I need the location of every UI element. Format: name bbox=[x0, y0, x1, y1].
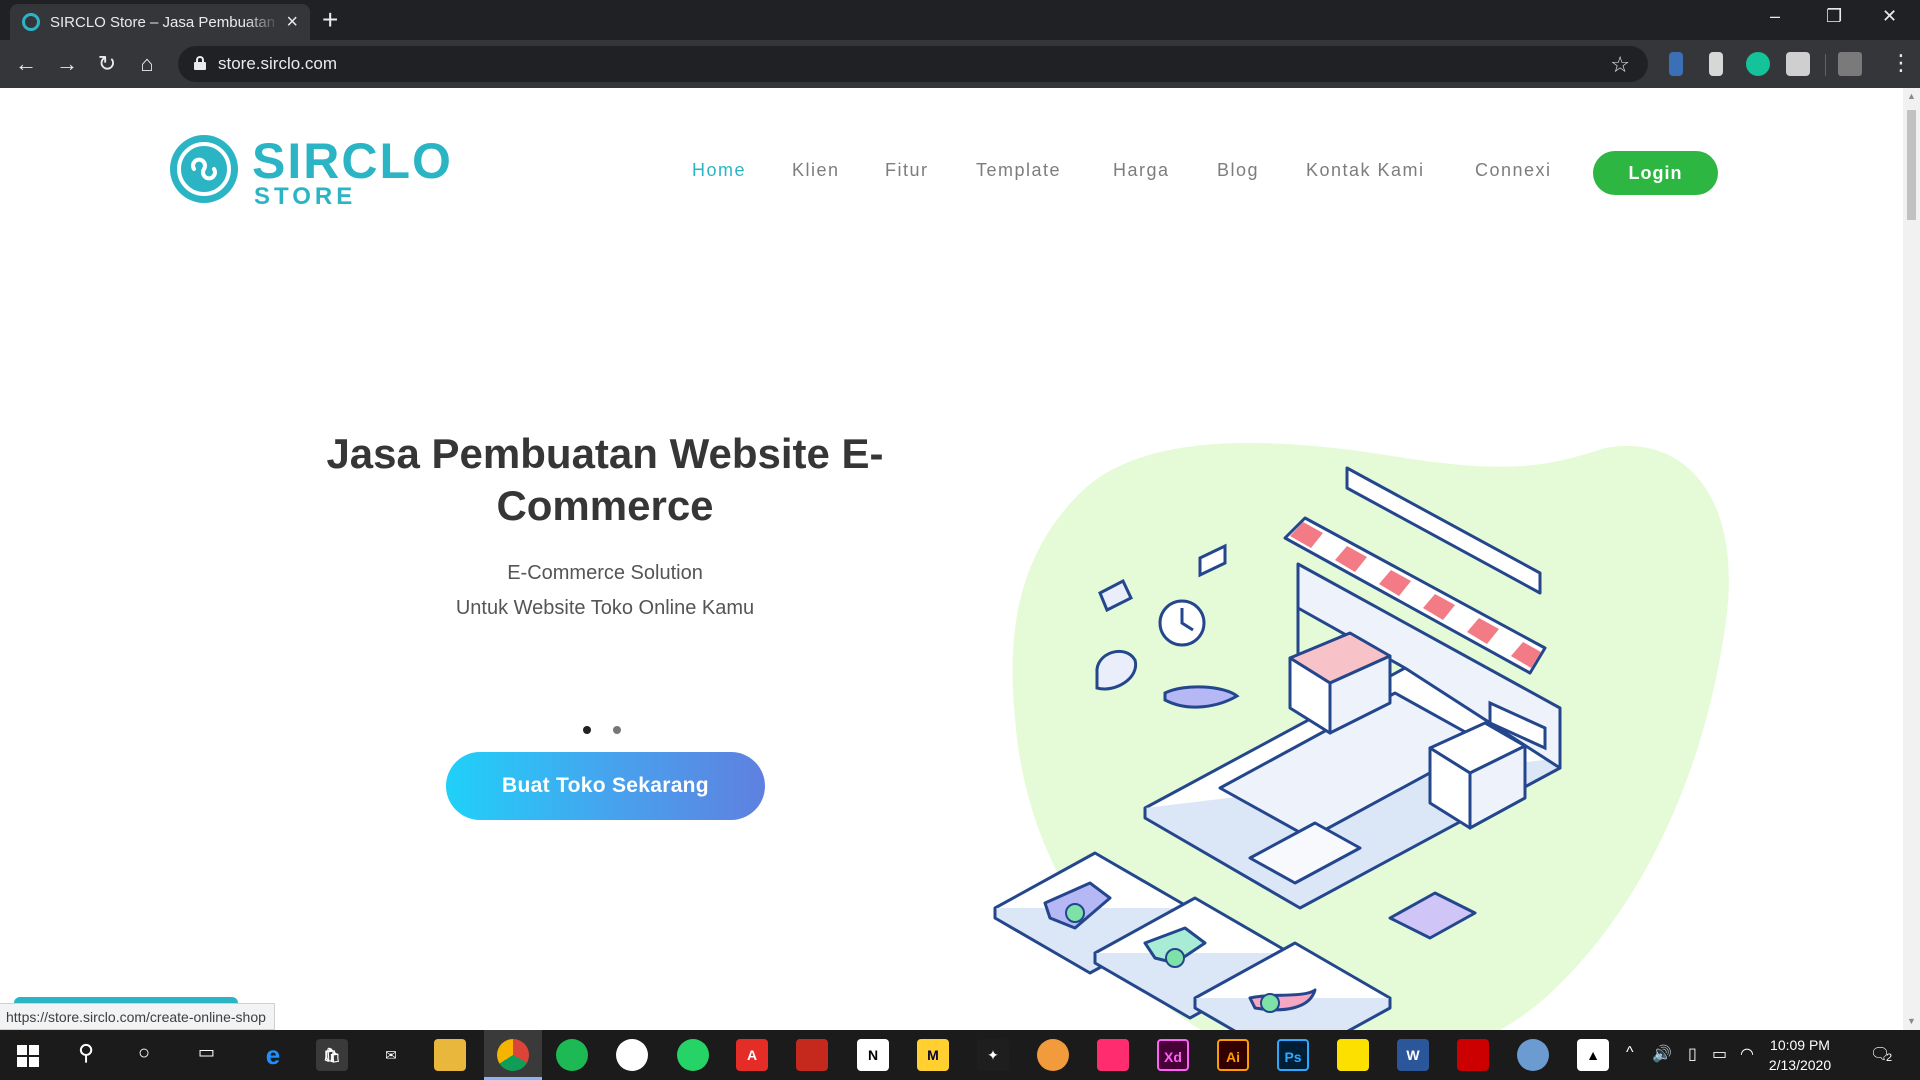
url-text[interactable]: store.sirclo.com bbox=[218, 54, 337, 74]
file-explorer-icon[interactable] bbox=[434, 1039, 466, 1071]
create-shop-button[interactable]: Buat Toko Sekarang bbox=[446, 752, 765, 820]
nav-fitur[interactable]: Fitur bbox=[885, 160, 929, 181]
xd-icon[interactable]: Xd bbox=[1157, 1039, 1189, 1071]
carousel-dot-1[interactable] bbox=[583, 726, 591, 734]
bookmark-star-icon[interactable]: ☆ bbox=[1610, 52, 1630, 78]
windows-taskbar: ⚲ ○ ▭ e 🛍 ✉ A N M ✦ Xd Ai Ps W ▲ ^ 🔊 ▯ ▭… bbox=[0, 1030, 1920, 1080]
hero-subtitle-line-2: Untuk Website Toko Online Kamu bbox=[455, 597, 755, 619]
minimize-icon[interactable]: – bbox=[1770, 6, 1780, 27]
browser-menu-icon[interactable]: ⋮ bbox=[1890, 50, 1912, 76]
reload-icon[interactable]: ↻ bbox=[93, 50, 121, 78]
photos-icon[interactable]: ▲ bbox=[1577, 1039, 1609, 1071]
nav-klien[interactable]: Klien bbox=[792, 160, 840, 181]
app-icon[interactable] bbox=[1097, 1039, 1129, 1071]
scroll-down-icon[interactable]: ▼ bbox=[1907, 1016, 1916, 1026]
close-tab-icon[interactable]: × bbox=[286, 12, 298, 32]
search-icon[interactable]: ⚲ bbox=[78, 1040, 94, 1066]
chevron-up-icon[interactable]: ^ bbox=[1626, 1044, 1634, 1062]
home-icon[interactable]: ⌂ bbox=[133, 50, 161, 78]
wifi-icon[interactable]: ◠ bbox=[1740, 1044, 1754, 1064]
word-icon[interactable]: W bbox=[1397, 1039, 1429, 1071]
spotify-icon[interactable] bbox=[556, 1039, 588, 1071]
chrome-icon[interactable] bbox=[497, 1039, 529, 1071]
browser-toolbar: ← → ↻ ⌂ store.sirclo.com ☆ ⋮ bbox=[0, 40, 1920, 88]
profile-avatar[interactable] bbox=[1838, 52, 1862, 76]
system-clock[interactable]: 10:09 PM 2/13/2020 bbox=[1760, 1035, 1840, 1075]
notification-count: 2 bbox=[1886, 1052, 1893, 1064]
nav-template[interactable]: Template bbox=[976, 160, 1061, 181]
acrobat-icon[interactable]: A bbox=[736, 1039, 768, 1071]
new-tab-button[interactable]: + bbox=[322, 6, 338, 34]
scroll-thumb[interactable] bbox=[1907, 110, 1916, 220]
nav-blog[interactable]: Blog bbox=[1217, 160, 1259, 181]
login-button[interactable]: Login bbox=[1593, 151, 1718, 195]
browser-title-bar: SIRCLO Store – Jasa Pembuatan Website × … bbox=[0, 0, 1920, 40]
clock-time: 10:09 PM bbox=[1770, 1037, 1830, 1053]
sticky-notes-icon[interactable] bbox=[1337, 1039, 1369, 1071]
logo-wordmark: SIRCLO bbox=[252, 133, 453, 189]
extension-1-icon[interactable] bbox=[1669, 52, 1683, 76]
carousel-dot-2[interactable] bbox=[613, 726, 621, 734]
link-status-bar: https://store.sirclo.com/create-online-s… bbox=[0, 1003, 275, 1030]
nav-harga[interactable]: Harga bbox=[1113, 160, 1170, 181]
pdf-icon[interactable] bbox=[1457, 1039, 1489, 1071]
nav-connexi[interactable]: Connexi bbox=[1475, 160, 1552, 181]
slack-icon[interactable] bbox=[616, 1039, 648, 1071]
paint3d-icon[interactable] bbox=[1037, 1039, 1069, 1071]
tab-title: SIRCLO Store – Jasa Pembuatan Website bbox=[50, 13, 280, 31]
back-icon[interactable]: ← bbox=[12, 50, 40, 78]
hero-subtitle: E-Commerce Solution Untuk Website Toko O… bbox=[290, 556, 920, 626]
clock-date: 2/13/2020 bbox=[1768, 1057, 1832, 1073]
volume-icon[interactable]: 🔊 bbox=[1652, 1044, 1672, 1064]
sirclo-logo-icon bbox=[170, 135, 238, 203]
figma-icon[interactable]: ✦ bbox=[977, 1039, 1009, 1071]
close-window-icon[interactable]: ✕ bbox=[1882, 6, 1897, 27]
battery-icon[interactable]: ▭ bbox=[1712, 1044, 1727, 1064]
restore-icon[interactable]: ❐ bbox=[1826, 6, 1842, 27]
edge-icon[interactable]: e bbox=[257, 1039, 289, 1071]
extension-2-icon[interactable] bbox=[1709, 52, 1723, 76]
store-icon[interactable]: 🛍 bbox=[316, 1039, 348, 1071]
sirclo-favicon-icon bbox=[22, 13, 40, 31]
browser-tab[interactable]: SIRCLO Store – Jasa Pembuatan Website × bbox=[10, 4, 310, 40]
toolbar-separator bbox=[1825, 54, 1826, 76]
page-scrollbar[interactable]: ▲ ▼ bbox=[1903, 88, 1920, 1030]
photoshop-icon[interactable]: Ps bbox=[1277, 1039, 1309, 1071]
task-view-icon[interactable]: ▭ bbox=[198, 1042, 215, 1063]
sketchup-icon[interactable] bbox=[796, 1039, 828, 1071]
nav-home[interactable]: Home bbox=[692, 160, 746, 181]
miro-icon[interactable]: M bbox=[917, 1039, 949, 1071]
illustrator-icon[interactable]: Ai bbox=[1217, 1039, 1249, 1071]
usb-icon[interactable]: ▯ bbox=[1688, 1044, 1697, 1064]
paint-icon[interactable] bbox=[1517, 1039, 1549, 1071]
cortana-icon[interactable]: ○ bbox=[138, 1042, 150, 1065]
address-bar[interactable]: store.sirclo.com ☆ bbox=[178, 46, 1648, 82]
hero-subtitle-line-1: E-Commerce Solution bbox=[507, 562, 703, 584]
logo-subtitle: STORE bbox=[254, 183, 357, 210]
mail-icon[interactable]: ✉ bbox=[375, 1039, 407, 1071]
whatsapp-icon[interactable] bbox=[677, 1039, 709, 1071]
hero-title: Jasa Pembuatan Website E-Commerce bbox=[326, 430, 884, 529]
lock-icon bbox=[194, 56, 206, 70]
grammarly-icon[interactable] bbox=[1746, 52, 1770, 76]
webpage: SIRCLO STORE Home Klien Fitur Template H… bbox=[0, 88, 1903, 1030]
forward-icon[interactable]: → bbox=[53, 50, 81, 78]
notion-icon[interactable]: N bbox=[857, 1039, 889, 1071]
nav-kontak-kami[interactable]: Kontak Kami bbox=[1306, 160, 1425, 181]
ecommerce-illustration bbox=[993, 442, 1729, 1030]
sirclo-store-logo[interactable]: SIRCLO STORE bbox=[168, 133, 451, 209]
start-icon[interactable] bbox=[17, 1045, 39, 1067]
extension-4-icon[interactable] bbox=[1786, 52, 1810, 76]
scroll-up-icon[interactable]: ▲ bbox=[1907, 91, 1916, 101]
